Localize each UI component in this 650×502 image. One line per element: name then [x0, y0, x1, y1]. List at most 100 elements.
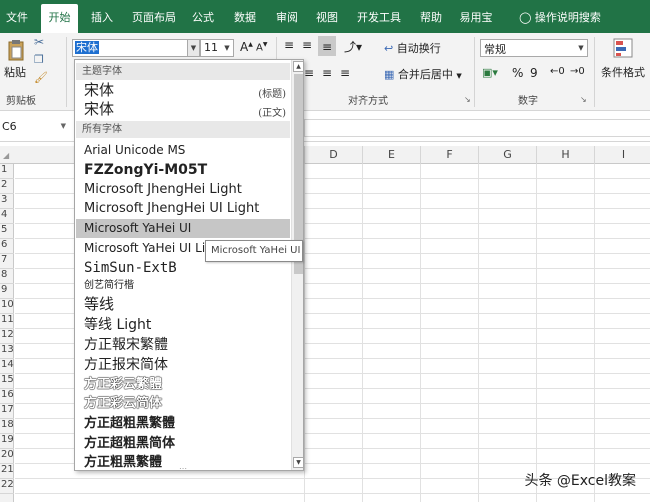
font-option[interactable]: 方正超粗黑繁體 — [76, 414, 290, 434]
row-header[interactable]: 14 — [0, 359, 14, 374]
tab-view[interactable]: 视图 — [310, 0, 344, 33]
font-size-combo[interactable]: 11 ▼ — [200, 39, 234, 57]
tab-yiyongbao[interactable]: 易用宝 — [454, 0, 498, 33]
row-header[interactable]: 5 — [0, 224, 14, 239]
column-header-e[interactable]: E — [362, 146, 420, 164]
column-header-g[interactable]: G — [478, 146, 536, 164]
tell-me-box[interactable]: ◯ 操作说明搜索 — [510, 0, 610, 33]
font-option-highlighted[interactable]: Microsoft YaHei UI — [76, 219, 290, 238]
row-header[interactable]: 17 — [0, 404, 14, 419]
row-header[interactable]: 9 — [0, 284, 14, 299]
chevron-down-icon[interactable]: ▼ — [61, 122, 66, 130]
dialog-launcher-icon[interactable]: ↘ — [464, 95, 471, 104]
align-middle-icon[interactable]: ≡ — [302, 38, 312, 52]
paste-button[interactable] — [6, 39, 26, 61]
row-header[interactable]: 4 — [0, 209, 14, 224]
conditional-format-icon[interactable] — [612, 37, 636, 61]
font-option[interactable]: 等线 Light — [76, 315, 290, 335]
comma-style-button[interactable]: 9 — [530, 66, 538, 80]
row-header[interactable]: 3 — [0, 194, 14, 209]
font-option[interactable]: 宋体 (标题) — [76, 81, 290, 100]
tab-insert[interactable]: 插入 — [82, 0, 122, 33]
tab-help[interactable]: 帮助 — [414, 0, 448, 33]
row-header[interactable]: 11 — [0, 314, 14, 329]
format-painter-icon[interactable]: 🖌 — [34, 71, 48, 84]
tab-formulas[interactable]: 公式 — [186, 0, 220, 33]
row-header[interactable]: 2 — [0, 179, 14, 194]
font-option[interactable]: 方正超粗黑简体 — [76, 434, 290, 454]
increase-decimal-icon[interactable]: ←0 — [550, 66, 565, 77]
merge-center-button[interactable]: ▦ 合并后居中 ▼ — [384, 66, 462, 82]
percent-style-button[interactable]: % — [512, 66, 523, 80]
font-option[interactable]: 宋体 (正文) — [76, 100, 290, 119]
font-option[interactable]: 方正報宋繁體 — [76, 335, 290, 355]
row-header[interactable]: 13 — [0, 344, 14, 359]
row-header[interactable]: 8 — [0, 269, 14, 284]
column-header-h[interactable]: H — [536, 146, 594, 164]
column-header-f[interactable]: F — [420, 146, 478, 164]
copy-icon[interactable]: ❐ — [34, 53, 44, 66]
font-option[interactable]: FZZongYi-M05T — [76, 160, 290, 180]
font-option[interactable]: Microsoft JhengHei Light — [76, 180, 290, 199]
font-option[interactable]: 创艺简行楷 — [76, 278, 290, 294]
font-option[interactable]: 方正彩云简体 — [76, 394, 290, 414]
font-option[interactable]: 方正彩云繁體 — [76, 375, 290, 394]
tab-home[interactable]: 开始 — [41, 4, 78, 33]
grow-font-button[interactable]: A▲ — [240, 40, 253, 54]
chevron-down-icon[interactable]: ▼ — [187, 40, 199, 56]
align-center-icon[interactable]: ≡ — [322, 66, 332, 80]
dropdown-scrollbar[interactable]: ▲ ▼ — [291, 60, 303, 470]
dialog-launcher-icon[interactable]: ↘ — [580, 95, 587, 104]
decrease-decimal-icon[interactable]: →0 — [570, 66, 585, 77]
row-header[interactable]: 10 — [0, 299, 14, 314]
row-header[interactable]: 16 — [0, 389, 14, 404]
align-top-icon[interactable]: ≡ — [284, 38, 294, 52]
chevron-down-icon[interactable]: ▼ — [456, 72, 461, 80]
name-box-value[interactable]: C6 — [2, 120, 17, 133]
tab-developer[interactable]: 开发工具 — [350, 0, 408, 33]
number-format-value[interactable]: 常规 — [484, 41, 506, 57]
row-header[interactable]: 12 — [0, 329, 14, 344]
align-bottom-icon[interactable]: ≡ — [318, 36, 336, 56]
row-header[interactable]: 15 — [0, 374, 14, 389]
font-option[interactable]: Arial Unicode MS — [76, 140, 290, 160]
align-right-icon[interactable]: ≡ — [340, 66, 350, 80]
tab-review[interactable]: 审阅 — [270, 0, 304, 33]
row-header[interactable]: 1 — [0, 164, 14, 179]
row-header[interactable]: 18 — [0, 419, 14, 434]
font-size-value[interactable]: 11 — [204, 41, 218, 54]
column-header-d[interactable]: D — [304, 146, 362, 164]
resize-grip-icon[interactable]: ⋯ — [179, 464, 187, 470]
chevron-down-icon[interactable]: ▼ — [221, 40, 233, 56]
paste-label[interactable]: 粘贴 — [4, 64, 26, 80]
row-header[interactable]: 7 — [0, 254, 14, 269]
conditional-format-label[interactable]: 条件格式 — [601, 64, 645, 80]
font-dropdown-list[interactable]: 主题字体 宋体 (标题) 宋体 (正文) 所有字体 Arial Unicode … — [74, 59, 304, 471]
row-header[interactable]: 19 — [0, 434, 14, 449]
accounting-format-icon[interactable]: ▣▾ — [482, 66, 498, 79]
cut-icon[interactable]: ✂ — [34, 35, 44, 49]
orientation-icon[interactable]: ⤴▾ — [344, 38, 362, 55]
name-box[interactable]: C6 ▼ — [0, 119, 70, 137]
row-header[interactable]: 20 — [0, 449, 14, 464]
tab-file[interactable]: 文件 — [0, 0, 34, 33]
font-option[interactable]: 等线 — [76, 294, 290, 315]
font-name-combo[interactable]: 宋体 ▼ — [72, 39, 200, 57]
column-header-i[interactable]: I — [594, 146, 650, 164]
font-name-value[interactable]: 宋体 — [75, 41, 99, 54]
scroll-up-icon[interactable]: ▲ — [293, 61, 303, 72]
shrink-font-button[interactable]: A▼ — [256, 41, 267, 53]
formula-input[interactable] — [304, 119, 650, 137]
scroll-down-icon[interactable]: ▼ — [293, 457, 303, 468]
row-header[interactable]: 6 — [0, 239, 14, 254]
row-header[interactable]: 22 — [0, 479, 14, 494]
wrap-text-button[interactable]: ↩ 自动换行 — [384, 40, 441, 56]
font-option[interactable]: Microsoft JhengHei UI Light — [76, 199, 290, 219]
font-option[interactable]: 方正报宋简体 — [76, 355, 290, 375]
number-format-combo[interactable]: 常规 ▼ — [480, 39, 588, 57]
tab-page-layout[interactable]: 页面布局 — [126, 0, 182, 33]
tab-data[interactable]: 数据 — [226, 0, 264, 33]
select-all-triangle-icon[interactable]: ◢ — [3, 151, 9, 160]
align-left-icon[interactable]: ≡ — [304, 66, 314, 80]
row-header[interactable]: 21 — [0, 464, 14, 479]
